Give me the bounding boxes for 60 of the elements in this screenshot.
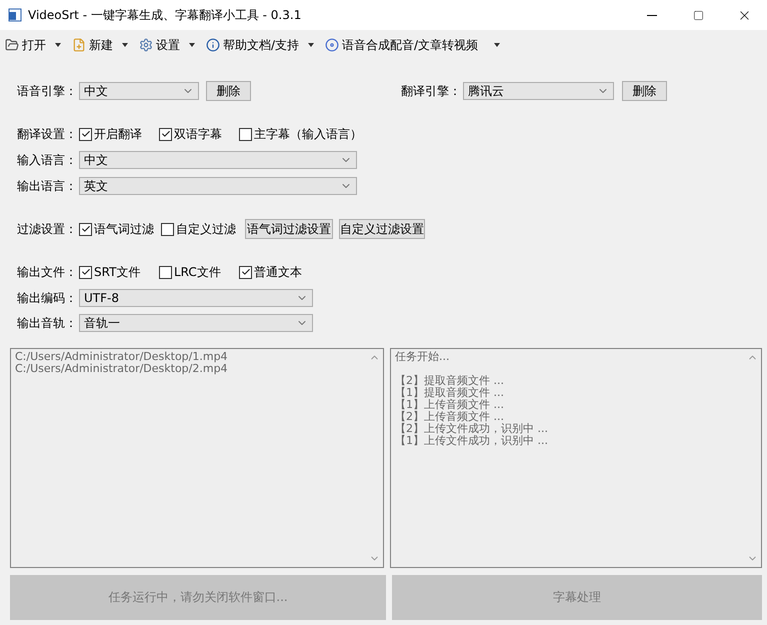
file-list-area[interactable]: C:/Users/Administrator/Desktop/1.mp4 C:/Users/Administrator/Desktop/2.mp4	[10, 348, 384, 568]
checkbox[interactable]: 开启翻译	[79, 126, 159, 142]
delete-button[interactable]: 删除	[206, 81, 251, 101]
field-label: 输出编码：	[17, 290, 78, 306]
check-icon	[240, 267, 250, 277]
checkbox[interactable]: 主字幕（输入语言）	[239, 126, 379, 142]
settings-icon	[139, 38, 153, 52]
log-line: 【1】上传音频文件 ...	[395, 399, 505, 411]
checkbox[interactable]: 普通文本	[239, 264, 319, 280]
dropdown[interactable]: 英文	[79, 177, 357, 195]
check-icon	[160, 129, 170, 139]
disc-icon	[325, 38, 340, 52]
caret-icon	[52, 41, 64, 49]
checkbox[interactable]: 自定义过滤	[161, 220, 245, 238]
field-label: 过滤设置：	[17, 220, 78, 238]
dropdown[interactable]: 腾讯云	[463, 82, 614, 100]
field-label: 输出文件：	[17, 264, 78, 280]
folder-icon	[5, 38, 19, 52]
field-label: 输出语言：	[17, 178, 78, 194]
delete-button[interactable]: 删除	[622, 81, 667, 101]
field-label: 输入语言：	[17, 152, 78, 168]
dropdown[interactable]: 中文	[79, 151, 357, 169]
log-line: 【2】上传音频文件 ...	[395, 411, 505, 423]
checkbox[interactable]: 双语字幕	[159, 126, 239, 142]
log-header: 任务开始...	[395, 351, 450, 363]
checkbox[interactable]: SRT文件	[79, 264, 159, 280]
log-area[interactable]: 任务开始... 【2】提取音频文件 ... 【1】提取音频文件 ... 【1】上传音频文件 ... 【2】上传音频文件 ... 【2】上传文件成功，识别中 ... 【1】上传文件成功，识别中 ...	[390, 348, 762, 568]
menu-item[interactable]: 帮助文档/支持	[205, 34, 318, 56]
minimize-icon	[647, 14, 657, 16]
caret-icon	[186, 41, 198, 49]
field-label: 翻译设置：	[17, 126, 78, 142]
dropdown[interactable]: 音轨一	[79, 314, 313, 332]
info-icon	[206, 38, 220, 52]
dropdown[interactable]: 中文	[79, 82, 199, 100]
log-line: 【2】上传文件成功，识别中 ...	[395, 423, 549, 435]
check-icon	[80, 267, 90, 277]
menu-item[interactable]: 新建	[71, 34, 132, 56]
log-line: 【1】上传文件成功，识别中 ...	[395, 435, 549, 447]
checkbox[interactable]: LRC文件	[159, 264, 239, 280]
app-icon	[8, 8, 22, 22]
field-label: 输出音轨：	[17, 314, 78, 332]
caret-icon	[119, 41, 131, 49]
check-icon	[80, 224, 90, 234]
filter-settings-button[interactable]: 自定义过滤设置	[339, 219, 425, 239]
field-label: 翻译引擎：	[401, 82, 462, 100]
menu-item[interactable]: 设置	[138, 34, 199, 56]
file-path: C:/Users/Administrator/Desktop/2.mp4	[15, 363, 229, 375]
checkbox[interactable]: 语气词过滤	[79, 220, 161, 238]
file-plus-icon	[72, 38, 86, 52]
log-line: 【1】提取音频文件 ...	[395, 387, 505, 399]
menu-item[interactable]: 语音合成配音/文章转视频	[324, 34, 504, 56]
check-icon	[80, 129, 90, 139]
filter-settings-button[interactable]: 语气词过滤设置	[245, 219, 333, 239]
field-label: 语音引擎：	[17, 82, 78, 100]
dropdown[interactable]: UTF-8	[79, 289, 313, 307]
maximize-icon	[692, 10, 704, 20]
menu-item[interactable]: 打开	[4, 34, 65, 56]
log-line: 【2】提取音频文件 ...	[395, 375, 505, 387]
window-title: VideoSrt - 一键字幕生成、字幕翻译小工具 - 0.3.1	[28, 6, 302, 24]
file-path: C:/Users/Administrator/Desktop/1.mp4	[15, 351, 229, 363]
